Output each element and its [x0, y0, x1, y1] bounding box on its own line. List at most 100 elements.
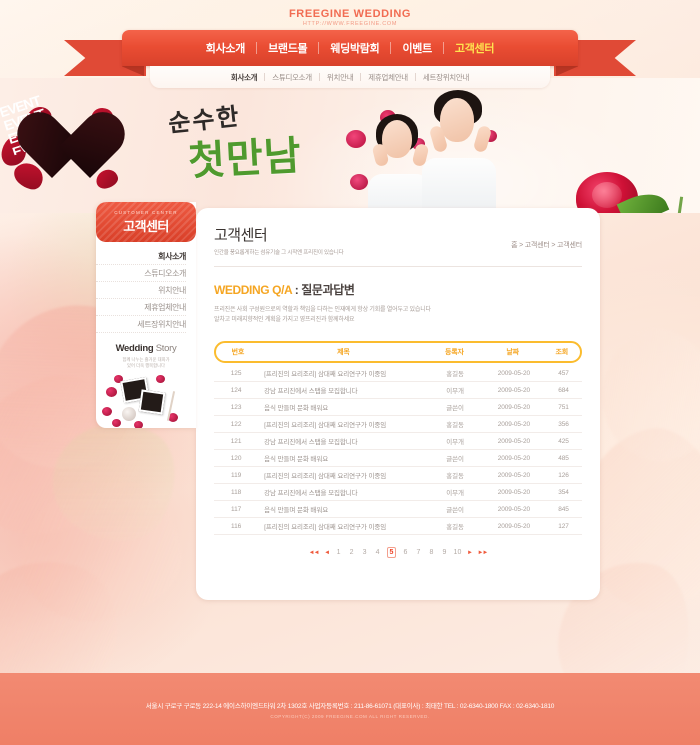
subnav-item-setlocation[interactable]: 세트장위치안내 — [416, 72, 476, 83]
pagination-first[interactable]: ◄◄ — [309, 550, 320, 556]
cell-hits: 356 — [558, 420, 569, 428]
cell-title[interactable]: [프리진의 요리조리] 삼대째 요리연구가 이중임 — [258, 368, 427, 378]
table-row[interactable]: 119 [프리진의 요리조리] 삼대째 요리연구가 이중임 홍길동 2009-05-2… — [214, 467, 582, 484]
section-title-en: WEDDING Q/A — [214, 283, 292, 297]
cell-hits: 684 — [558, 386, 569, 394]
nav-item-company[interactable]: 회사소개 — [195, 40, 256, 56]
cell-date: 2009-05-20 — [497, 386, 530, 394]
table-row[interactable]: 124 강남 프리진에서 스탭을 모집합니다 이무개 2009-05-20 684 — [214, 382, 582, 399]
nav-item-event[interactable]: 이벤트 — [391, 40, 442, 56]
cell-no: 119 — [231, 471, 242, 479]
subnav-item-partners[interactable]: 제휴업체안내 — [361, 72, 415, 83]
cell-title[interactable]: [프리진의 요리조리] 삼대째 요리연구가 이중임 — [258, 419, 427, 429]
subnav-item-studio[interactable]: 스튜디오소개 — [265, 72, 319, 83]
cell-date: 2009-05-20 — [497, 437, 530, 445]
table-row[interactable]: 116 [프리진의 요리조리] 삼대째 요리연구가 이중임 홍길동 2009-05-2… — [214, 518, 582, 535]
brand-name: FREEGINE WEDDING — [288, 8, 412, 20]
cell-no: 118 — [231, 488, 242, 496]
pagination-page-1[interactable]: 1 — [335, 549, 343, 556]
hero-banner: EVENT EVENT EVENT EVENT 순수한 첫만남 — [0, 78, 700, 213]
cell-date: 2009-05-20 — [497, 403, 530, 411]
cell-hits: 485 — [558, 454, 569, 462]
nav-item-weddingfair[interactable]: 웨딩박람회 — [319, 40, 390, 56]
photo-frame-icon — [138, 389, 166, 415]
event-heart-badge[interactable] — [46, 116, 124, 188]
description-line-1: 프리진은 사회 구성원으로의 역할과 책임을 다하는 인재에게 항상 기회를 열… — [214, 307, 431, 313]
cell-title[interactable]: 음식 만들며 문화 배워요 — [258, 504, 427, 514]
footer-copyright: COPYRIGHT(C) 2009 FREEGINE.COM ALL RIGHT… — [270, 713, 430, 719]
cell-no: 116 — [231, 522, 242, 530]
page-root: EVENT EVENT EVENT EVENT 순수한 첫만남 FREEGINE… — [0, 0, 700, 745]
pagination-next[interactable]: ► — [465, 550, 473, 556]
cell-hits: 425 — [558, 437, 569, 445]
main-navigation: 회사소개 브랜드몰 웨딩박람회 이벤트 고객센터 회사소개 스튜디오소개 위치안… — [0, 30, 700, 88]
table-header: 번호 제목 등록자 날짜 조회 — [214, 341, 582, 363]
pagination-prev[interactable]: ◄ — [323, 550, 331, 556]
pagination-page-2[interactable]: 2 — [348, 549, 356, 556]
pagination-page-10[interactable]: 10 — [453, 549, 462, 556]
cell-title[interactable]: 강남 프리진에서 스탭을 모집합니다 — [258, 385, 427, 395]
table-body: 125 [프리진의 요리조리] 삼대째 요리연구가 이중임 홍길동 2009-05-2… — [214, 365, 582, 535]
wedding-story-widget[interactable]: Wedding Story 함께 나누는 즐거운 대화가 있어 더욱 행복합니다 — [96, 343, 196, 428]
pagination-page-9[interactable]: 9 — [440, 549, 448, 556]
pagination-page-6[interactable]: 6 — [401, 549, 409, 556]
cell-title[interactable]: 음식 만들며 문화 배워요 — [258, 453, 427, 463]
cell-title[interactable]: 강남 프리진에서 스탭을 모집합니다 — [258, 487, 427, 497]
cell-no: 120 — [230, 454, 242, 462]
cell-title[interactable]: [프리진의 요리조리] 삼대째 요리연구가 이중임 — [258, 470, 427, 480]
wedding-story-desc: 함께 나누는 즐거운 대화가 있어 더욱 행복합니다 — [96, 357, 196, 369]
description-line-2: 알차고 미래지향적인 계획을 가지고 영프리진과 함께하세요 — [214, 317, 355, 323]
section-description: 프리진은 사회 구성원으로의 역할과 책임을 다하는 인재에게 항상 기회를 열… — [214, 305, 582, 325]
wedding-story-title: Wedding Story — [96, 343, 196, 354]
cell-hits: 127 — [558, 522, 569, 530]
sidebar-item-location[interactable]: 위치안내 — [96, 282, 186, 299]
sidebar-item-studio[interactable]: 스튜디오소개 — [96, 265, 186, 282]
section-title-sep: : — [291, 283, 302, 297]
cell-writer: 이무개 — [446, 439, 464, 446]
cell-title[interactable]: [프리진의 요리조리] 삼대째 요리연구가 이중임 — [258, 521, 427, 531]
wedding-story-artwork — [96, 373, 196, 428]
cell-no: 124 — [230, 386, 242, 394]
table-row[interactable]: 118 강남 프리진에서 스탭을 모집합니다 이무개 2009-05-20 354 — [214, 484, 582, 501]
cell-writer: 글쓴이 — [446, 507, 464, 514]
column-header-no: 번호 — [231, 349, 245, 356]
nav-item-customercenter[interactable]: 고객센터 — [444, 40, 505, 56]
pagination: ◄◄ ◄ 1 2 3 4 5 6 7 8 9 10 ► ►► — [214, 547, 582, 558]
footer-address: 서울시 구로구 구로동 222-14 에이스하이엔드타워 2차 1302호 사업… — [145, 702, 555, 710]
sidebar-item-setlocation[interactable]: 세트장위치안내 — [96, 316, 186, 333]
cell-date: 2009-05-20 — [497, 420, 530, 428]
table-row[interactable]: 117 음식 만들며 문화 배워요 글쓴이 2009-05-20 845 — [214, 501, 582, 518]
subnav-item-location[interactable]: 위치안내 — [320, 72, 360, 83]
table-row[interactable]: 122 [프리진의 요리조리] 삼대째 요리연구가 이중임 홍길동 2009-05-2… — [214, 416, 582, 433]
pagination-page-5[interactable]: 5 — [386, 547, 397, 558]
cell-hits: 354 — [558, 488, 569, 496]
cell-title[interactable]: 음식 만들며 문화 배워요 — [258, 402, 427, 412]
subnav-item-company[interactable]: 회사소개 — [224, 72, 264, 83]
pagination-page-4[interactable]: 4 — [374, 549, 382, 556]
cell-writer: 이무개 — [446, 490, 464, 497]
table-row[interactable]: 120 음식 만들며 문화 배워요 글쓴이 2009-05-20 485 — [214, 450, 582, 467]
sidebar-item-company[interactable]: 회사소개 — [96, 248, 186, 265]
column-header-title: 제목 — [337, 349, 350, 356]
site-logo[interactable]: FREEGINE WEDDING HTTP://WWW.FREEGINE.COM — [0, 8, 700, 27]
nav-item-brandmall[interactable]: 브랜드몰 — [257, 40, 318, 56]
pagination-page-8[interactable]: 8 — [427, 549, 435, 556]
pagination-last[interactable]: ►► — [477, 550, 488, 556]
cell-date: 2009-05-20 — [497, 471, 530, 479]
sidebar: CUSTOMER CENTER 고객센터 회사소개 스튜디오소개 위치안내 제휴… — [96, 202, 196, 428]
table-row[interactable]: 125 [프리진의 요리조리] 삼대째 요리연구가 이중임 홍길동 2009-05-2… — [214, 365, 582, 382]
cell-hits: 845 — [558, 505, 569, 513]
pagination-page-3[interactable]: 3 — [361, 549, 369, 556]
cell-no: 125 — [230, 369, 242, 377]
wedding-story-desc-line2: 있어 더욱 행복합니다 — [127, 363, 165, 368]
cell-writer: 홍길동 — [446, 371, 464, 378]
table-row[interactable]: 121 강남 프리진에서 스탭을 모집합니다 이무개 2009-05-20 425 — [214, 433, 582, 450]
cell-title[interactable]: 강남 프리진에서 스탭을 모집합니다 — [258, 436, 427, 446]
sidebar-header-ko: 고객센터 — [123, 218, 169, 234]
table-row[interactable]: 123 음식 만들며 문화 배워요 글쓴이 2009-05-20 751 — [214, 399, 582, 416]
cell-date: 2009-05-20 — [497, 488, 530, 496]
sidebar-item-partners[interactable]: 제휴업체안내 — [96, 299, 186, 316]
cell-hits: 126 — [558, 471, 569, 479]
column-header-date: 날짜 — [506, 349, 519, 356]
pagination-page-7[interactable]: 7 — [414, 549, 422, 556]
